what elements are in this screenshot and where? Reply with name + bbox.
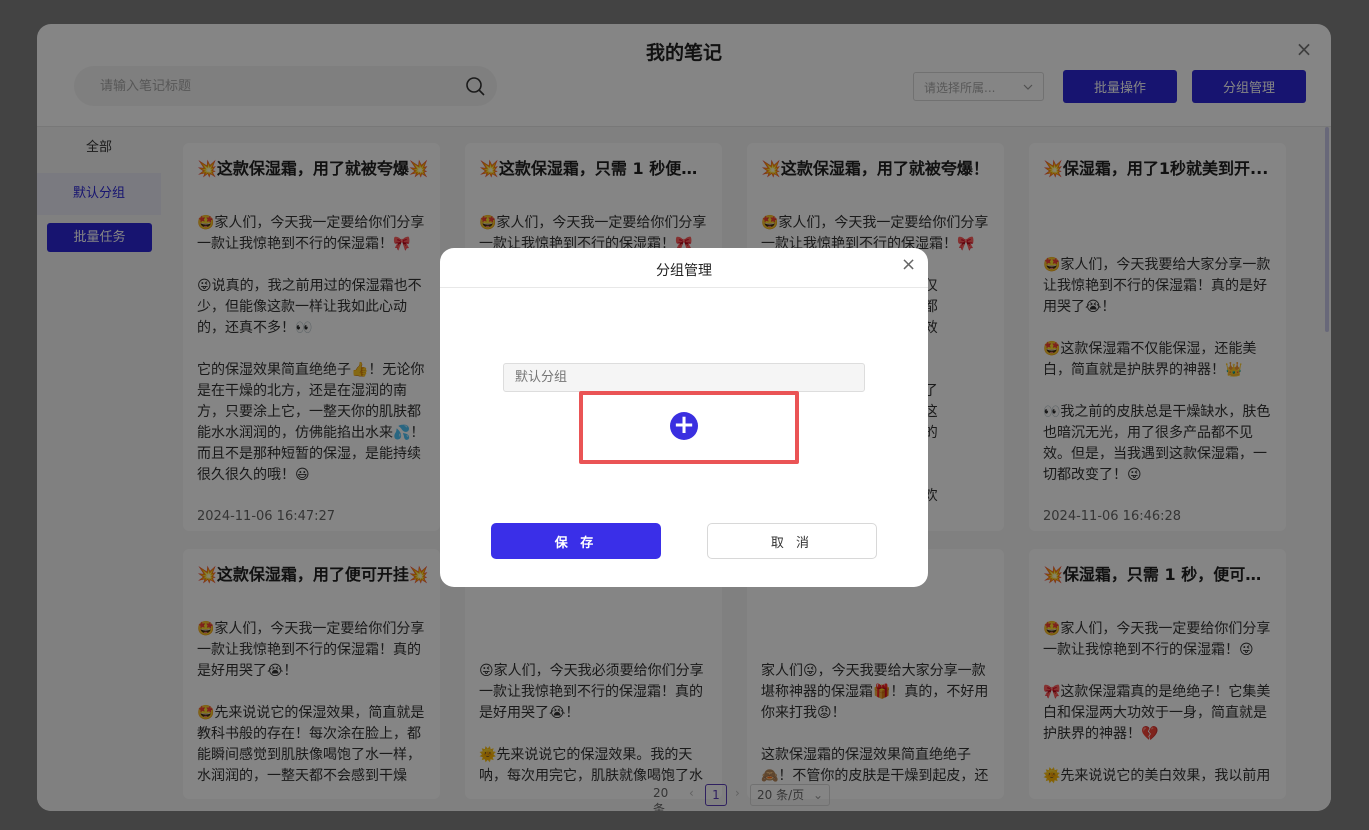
add-group-icon[interactable]: + [670, 412, 698, 440]
cancel-button[interactable]: 取 消 [707, 523, 877, 559]
group-name-input[interactable] [503, 363, 865, 392]
divider [440, 287, 928, 288]
close-icon[interactable]: × [901, 256, 916, 274]
group-management-dialog: 分组管理 × + 保 存 取 消 [440, 248, 928, 587]
dialog-title: 分组管理 [656, 263, 712, 279]
save-button[interactable]: 保 存 [491, 523, 661, 559]
